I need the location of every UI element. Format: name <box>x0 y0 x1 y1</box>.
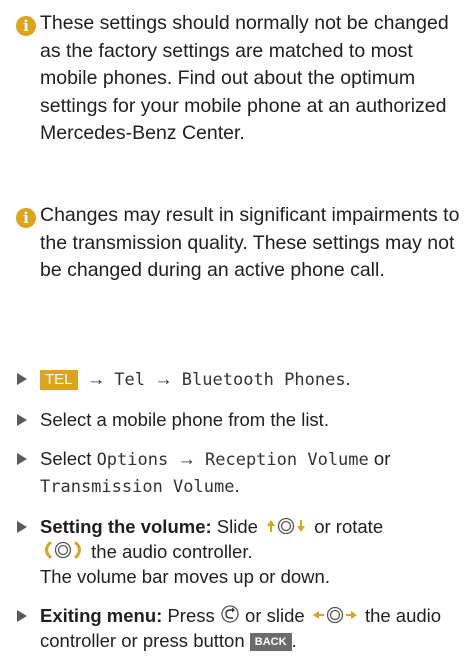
back-button-icon <box>220 604 240 624</box>
menu-item-tel: Tel <box>114 370 146 390</box>
step-select-volume-option: Select Options → Reception Volume or Tra… <box>16 446 471 500</box>
step-bullet-icon <box>17 521 27 533</box>
menu-item-bluetooth-phones: Bluetooth Phones <box>181 370 346 390</box>
step-select-phone: Select a mobile phone from the list. <box>16 407 471 432</box>
step-bullet-icon <box>17 373 27 385</box>
step-result-text: The volume bar moves up or down. <box>40 566 330 587</box>
info-note-transmission-quality: i Changes may result in significant impai… <box>16 202 471 285</box>
arrow-icon: → <box>177 448 196 469</box>
info-note-factory-settings: i These settings should normally not be c… <box>16 10 471 148</box>
info-icon: i <box>16 208 36 228</box>
slide-left-right-controller-icon <box>310 606 360 624</box>
menu-item-options: Options <box>96 450 169 470</box>
slide-up-down-controller-icon <box>263 517 309 535</box>
tel-key: TEL <box>40 370 78 390</box>
menu-item-reception-volume: Reception Volume <box>205 450 369 470</box>
step-bullet-icon <box>17 453 27 465</box>
step-open-bluetooth-phones: TEL → Tel → Bluetooth Phones. <box>16 366 471 393</box>
step-text: Select a mobile phone from the list. <box>40 409 329 430</box>
arrow-icon: → <box>154 368 173 389</box>
arrow-icon: → <box>86 368 106 389</box>
step-bullet-icon <box>17 610 27 622</box>
instruction-steps: TEL → Tel → Bluetooth Phones. Select a m… <box>16 366 471 667</box>
step-bullet-icon <box>17 414 27 426</box>
step-setting-volume: Setting the volume: Slide or rotate the … <box>16 514 471 589</box>
info-icon: i <box>16 16 36 36</box>
rotate-controller-icon <box>40 540 86 560</box>
info-note-text: These settings should normally not be ch… <box>40 12 449 144</box>
info-note-text: Changes may result in significant impair… <box>40 204 460 281</box>
step-exiting-menu: Exiting menu: Press or slide the audio c… <box>16 603 471 653</box>
manual-page: i These settings should normally not be c… <box>0 0 475 651</box>
back-key: BACK <box>249 633 292 651</box>
menu-item-transmission-volume: Transmission Volume <box>40 477 235 497</box>
